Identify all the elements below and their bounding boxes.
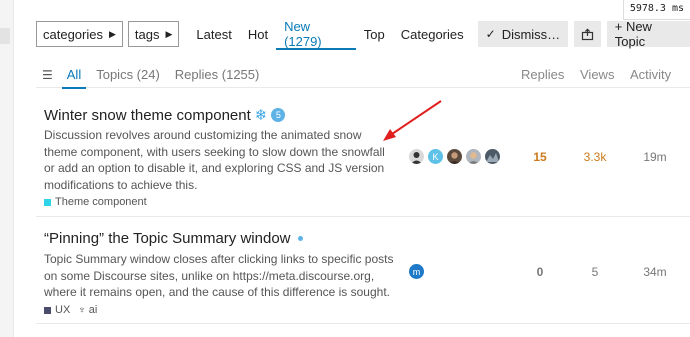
annotation-arrow (383, 100, 442, 141)
